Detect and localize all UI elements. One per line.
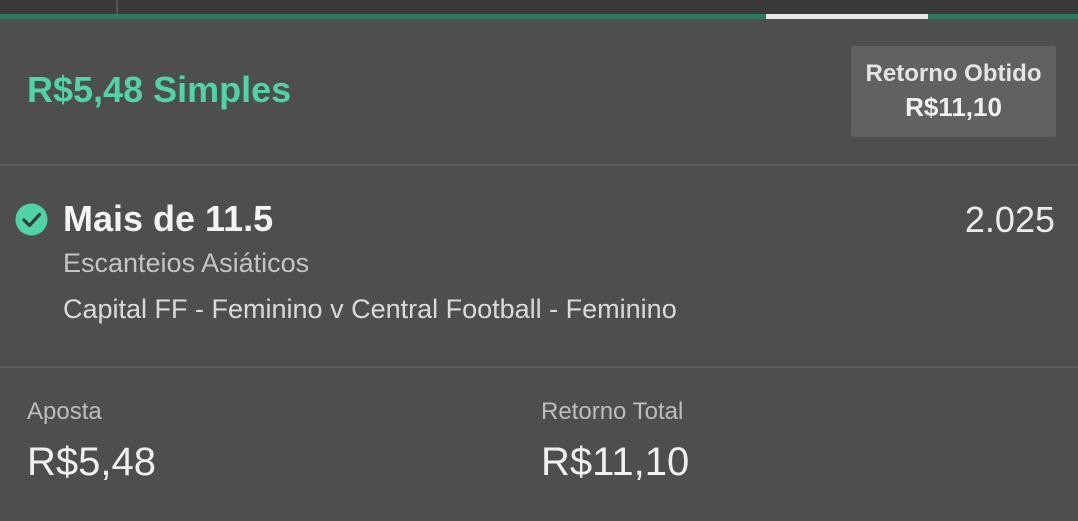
divider — [0, 164, 1078, 166]
bet-receipt: R$5,48 Simples Retorno Obtido R$11,10 Ma… — [0, 0, 1078, 521]
total-return-label: Retorno Total — [541, 398, 684, 425]
stake-label: Aposta — [27, 398, 102, 425]
bet-title: R$5,48 Simples — [27, 69, 292, 110]
event-name: Capital FF - Feminino v Central Football… — [63, 294, 677, 324]
bet-header: R$5,48 Simples Retorno Obtido R$11,10 — [0, 19, 1078, 164]
divider — [0, 366, 1078, 368]
stake-value: R$5,48 — [27, 440, 156, 484]
total-return-value: R$11,10 — [541, 440, 690, 484]
selection-name: Mais de 11.5 — [63, 198, 274, 239]
cashout-label: Retorno Obtido — [865, 60, 1042, 87]
check-circle-icon — [15, 203, 48, 236]
market-name: Escanteios Asiáticos — [63, 248, 310, 278]
tab-divider — [116, 0, 118, 14]
tab-strip — [0, 0, 1078, 14]
selection-odds: 2.025 — [964, 199, 1055, 240]
cashout-button[interactable]: Retorno Obtido R$11,10 — [851, 46, 1056, 137]
cashout-value: R$11,10 — [905, 92, 1002, 122]
